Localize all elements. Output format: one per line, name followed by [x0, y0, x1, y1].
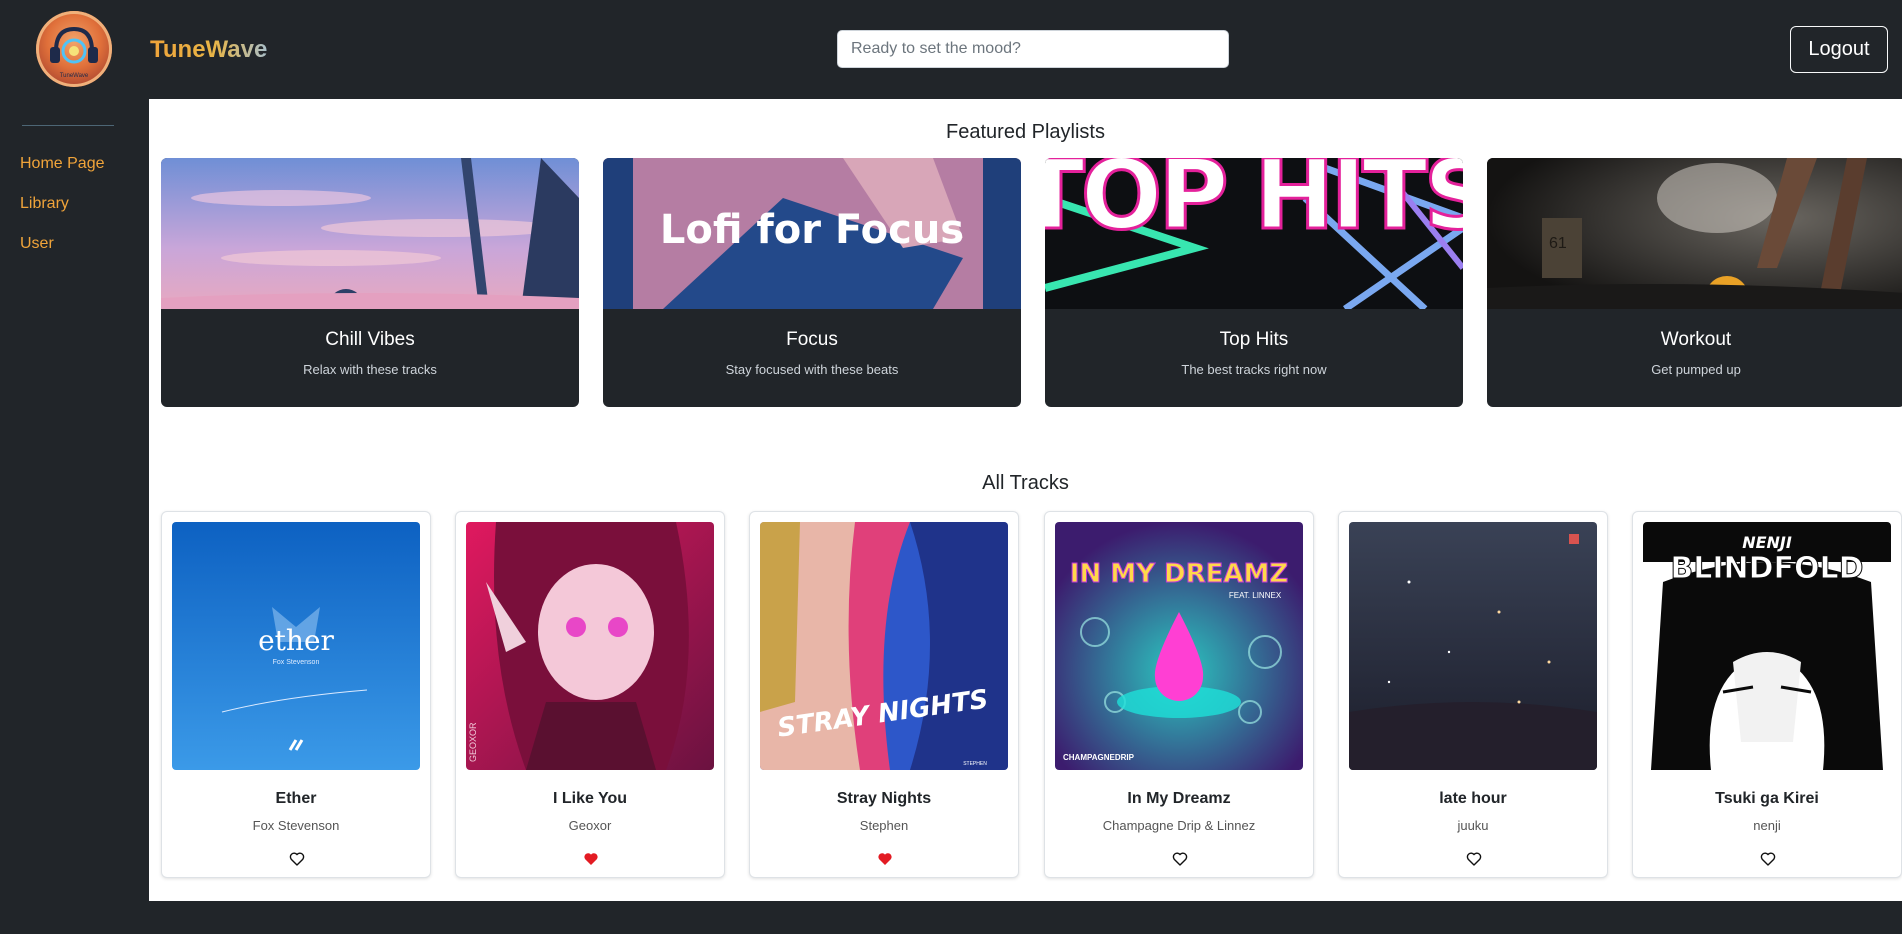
logo-caption: TuneWave [60, 73, 89, 79]
track-artist: nenji [1753, 818, 1781, 833]
track-card-tsuki-ga-kirei[interactable]: NENJI BLINDFOLD Tsuki ga Kirei nenji [1632, 511, 1902, 878]
sidebar-item-user[interactable]: User [20, 235, 54, 253]
track-card-late-hour[interactable]: late hour juuku [1338, 511, 1608, 878]
playlist-description: Stay focused with these beats [725, 362, 899, 377]
track-art: NENJI BLINDFOLD [1643, 522, 1891, 770]
track-artist: Geoxor [568, 818, 612, 833]
track-title: In My Dreamz [1127, 790, 1231, 807]
track-card-ether[interactable]: ether Fox Stevenson Ether Fox Stevenson [161, 511, 431, 878]
track-title: I Like You [552, 790, 628, 807]
sidebar-item-library[interactable]: Library [20, 195, 69, 213]
track-art-text: BLINDFOLD [1670, 551, 1863, 586]
track-card-stray-nights[interactable]: STRAY NIGHTS STEPHEN Stray Nights Stephe… [749, 511, 1019, 878]
brand-name[interactable]: TuneWave [150, 36, 267, 64]
playlist-card-workout[interactable]: 61 Workout Get pumped up [1487, 158, 1902, 407]
track-art-subtext: STEPHEN [963, 761, 987, 767]
track-art: ether Fox Stevenson [172, 522, 420, 770]
track-art-text: ether [258, 624, 334, 657]
track-art-subtext: NENJI [1742, 533, 1792, 552]
track-title: Tsuki ga Kirei [1715, 790, 1819, 807]
all-tracks-title: All Tracks [982, 472, 1069, 494]
track-title: Stray Nights [836, 790, 932, 807]
track-artist: juuku [1457, 818, 1489, 833]
sidebar-divider [22, 125, 114, 126]
heart-filled-icon[interactable] [877, 851, 893, 867]
playlist-cover-text: TOP HITS [1045, 158, 1463, 251]
playlist-cover: TOP HITS [1045, 158, 1463, 309]
track-artist: Champagne Drip & Linnez [1102, 818, 1256, 833]
track-artist: Stephen [859, 818, 909, 833]
track-art [1349, 522, 1597, 770]
track-art-text: GEOXOR [468, 722, 478, 762]
track-art-subtext: Fox Stevenson [273, 659, 320, 666]
playlist-card-chill-vibes[interactable]: Chill Vibes Relax with these tracks [161, 158, 579, 407]
featured-playlists-title: Featured Playlists [946, 121, 1105, 143]
track-title: Ether [275, 790, 317, 807]
track-card-i-like-you[interactable]: GEOXOR I Like You Geoxor [455, 511, 725, 878]
heart-outline-icon[interactable] [1760, 851, 1776, 867]
logout-button[interactable]: Logout [1790, 26, 1888, 73]
playlist-title: Top Hits [1219, 329, 1289, 350]
track-art: IN MY DREAMZ FEAT. LINNEX CHAMPAGNEDRIP [1055, 522, 1303, 770]
headphones-icon: TuneWave [50, 26, 98, 79]
heart-outline-icon[interactable] [1172, 851, 1188, 867]
playlist-description: The best tracks right now [1181, 362, 1327, 377]
playlist-card-top-hits[interactable]: TOP HITS Top Hits The best tracks right … [1045, 158, 1463, 407]
heart-outline-icon[interactable] [1466, 851, 1482, 867]
track-title: late hour [1439, 790, 1507, 807]
track-art-subtext: FEAT. LINNEX [1229, 591, 1282, 600]
heart-filled-icon[interactable] [583, 851, 599, 867]
footer-bar [149, 901, 1902, 934]
playlist-title: Focus [786, 329, 838, 350]
playlist-description: Get pumped up [1651, 362, 1741, 377]
main-content: Featured Playlists Chill Vibes Relax wit… [149, 99, 1902, 901]
playlist-cover [161, 158, 579, 309]
playlist-title: Chill Vibes [325, 329, 415, 350]
track-art: GEOXOR [466, 522, 714, 770]
app-logo[interactable]: TuneWave [36, 11, 112, 87]
search-input[interactable] [837, 30, 1229, 68]
track-card-in-my-dreamz[interactable]: IN MY DREAMZ FEAT. LINNEX CHAMPAGNEDRIP … [1044, 511, 1314, 878]
track-art-text: IN MY DREAMZ [1070, 559, 1288, 589]
heart-outline-icon[interactable] [289, 851, 305, 867]
playlist-cover-text: Lofi for Focus [660, 207, 964, 253]
track-art: STRAY NIGHTS STEPHEN [760, 522, 1008, 770]
track-artist: Fox Stevenson [252, 818, 340, 833]
playlist-cover: Lofi for Focus [603, 158, 1021, 309]
playlist-cover: 61 [1487, 158, 1902, 309]
playlist-description: Relax with these tracks [303, 362, 437, 377]
track-art-footer: CHAMPAGNEDRIP [1063, 753, 1135, 762]
playlist-cover-text: 61 [1549, 235, 1567, 252]
playlist-title: Workout [1660, 329, 1732, 350]
sidebar-item-home[interactable]: Home Page [20, 155, 105, 173]
playlist-card-focus[interactable]: Lofi for Focus Focus Stay focused with t… [603, 158, 1021, 407]
